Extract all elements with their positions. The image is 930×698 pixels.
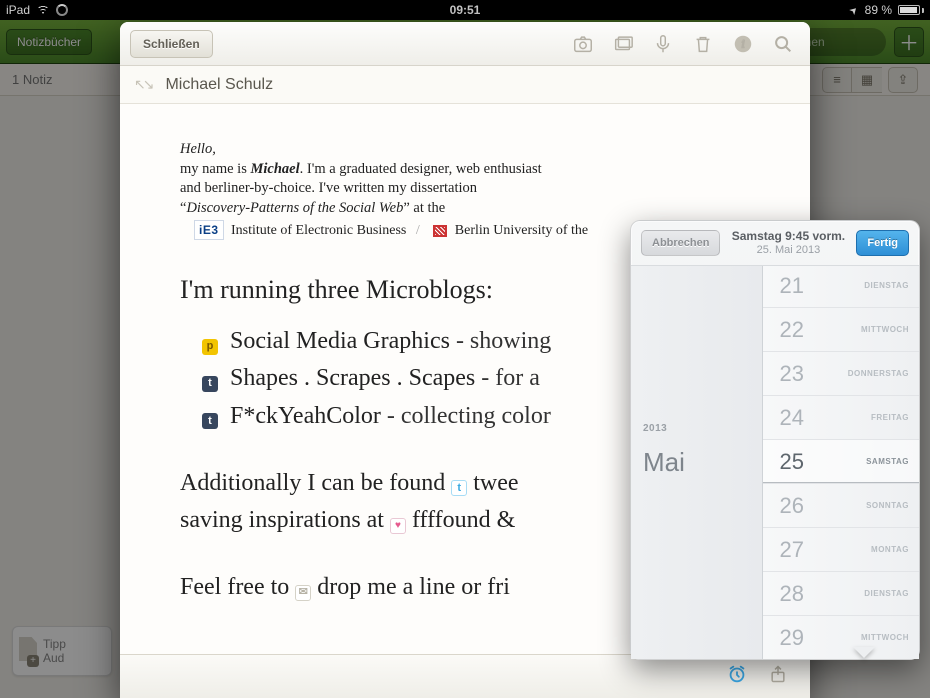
day-row[interactable]: 25 SAMSTAG <box>763 440 919 484</box>
device-label: iPad <box>6 3 30 17</box>
photos-icon[interactable] <box>606 29 640 59</box>
microphone-icon[interactable] <box>646 29 680 59</box>
day-wheel[interactable]: 21 DIENSTAG 22 MITTWOCH 23 DONNERSTAG 24 FREITA… <box>763 266 919 659</box>
location-icon <box>849 3 858 17</box>
activity-spinner-icon <box>56 4 68 16</box>
weekday-label: SONNTAG <box>866 501 909 510</box>
wifi-icon <box>36 3 50 17</box>
cancel-button[interactable]: Abbrechen <box>641 230 720 256</box>
day-number: 22 <box>779 317 803 343</box>
search-icon[interactable] <box>766 29 800 59</box>
weekday-label: MONTAG <box>871 545 909 554</box>
reminder-clock-icon[interactable] <box>726 663 748 690</box>
weekday-label: DIENSTAG <box>864 281 909 290</box>
day-number: 24 <box>779 405 803 431</box>
day-number: 29 <box>779 625 803 651</box>
svg-text:i: i <box>741 36 744 50</box>
day-number: 25 <box>779 449 803 475</box>
camera-icon[interactable] <box>566 29 600 59</box>
day-number: 26 <box>779 493 803 519</box>
day-number: 23 <box>779 361 803 387</box>
tumblr-icon: t <box>202 376 218 392</box>
day-number: 21 <box>779 273 803 299</box>
day-number: 28 <box>779 581 803 607</box>
bua-logo-icon <box>433 225 447 237</box>
note-title-row: ↖↘ Michael Schulz <box>120 66 810 104</box>
weekday-label: SAMSTAG <box>866 457 909 466</box>
clock-label: 09:51 <box>450 3 481 17</box>
done-button[interactable]: Fertig <box>856 230 909 256</box>
day-row[interactable]: 24 FREITAG <box>763 396 919 440</box>
day-row[interactable]: 29 MITTWOCH <box>763 616 919 659</box>
month-wheel[interactable]: 2013 Mai <box>631 266 763 659</box>
day-row[interactable]: 28 DIENSTAG <box>763 572 919 616</box>
weekday-label: DIENSTAG <box>864 589 909 598</box>
close-button[interactable]: Schließen <box>130 30 213 58</box>
day-row[interactable]: 26 SONNTAG <box>763 484 919 528</box>
twitter-icon: t <box>451 480 467 496</box>
expand-icon[interactable]: ↖↘ <box>134 76 151 93</box>
info-icon[interactable]: i <box>726 29 760 59</box>
reminder-date-picker: Abbrechen Samstag 9:45 vorm. 25. Mai 201… <box>630 220 920 660</box>
picker-header: Abbrechen Samstag 9:45 vorm. 25. Mai 201… <box>631 221 919 265</box>
note-toolbar: Schließen i <box>120 22 810 66</box>
tumblr-icon: t <box>202 413 218 429</box>
posterous-icon: p <box>202 339 218 355</box>
month-label: Mai <box>643 447 685 478</box>
weekday-label: MITTWOCH <box>861 325 909 334</box>
picker-title: Samstag 9:45 vorm. 25. Mai 2013 <box>732 230 845 256</box>
intro-paragraph: Hello, my name is Michael. I'm a graduat… <box>180 140 610 241</box>
ipad-status-bar: iPad 09:51 89 % <box>0 0 930 20</box>
weekday-label: MITTWOCH <box>861 633 909 642</box>
battery-percent: 89 % <box>865 3 892 17</box>
weekday-label: FREITAG <box>871 413 909 422</box>
year-label: 2013 <box>643 423 667 434</box>
trash-icon[interactable] <box>686 29 720 59</box>
day-row[interactable]: 21 DIENSTAG <box>763 265 919 308</box>
mail-icon <box>295 585 311 601</box>
ffffound-icon <box>390 518 406 534</box>
note-bottom-bar <box>120 654 810 698</box>
ieb-logo-icon: iE3 <box>194 220 224 240</box>
share-icon[interactable] <box>768 664 788 689</box>
day-row[interactable]: 22 MITTWOCH <box>763 308 919 352</box>
weekday-label: DONNERSTAG <box>848 369 909 378</box>
note-title[interactable]: Michael Schulz <box>165 76 273 94</box>
battery-icon <box>898 5 924 15</box>
day-row[interactable]: 27 MONTAG <box>763 528 919 572</box>
day-number: 27 <box>779 537 803 563</box>
day-row[interactable]: 23 DONNERSTAG <box>763 352 919 396</box>
